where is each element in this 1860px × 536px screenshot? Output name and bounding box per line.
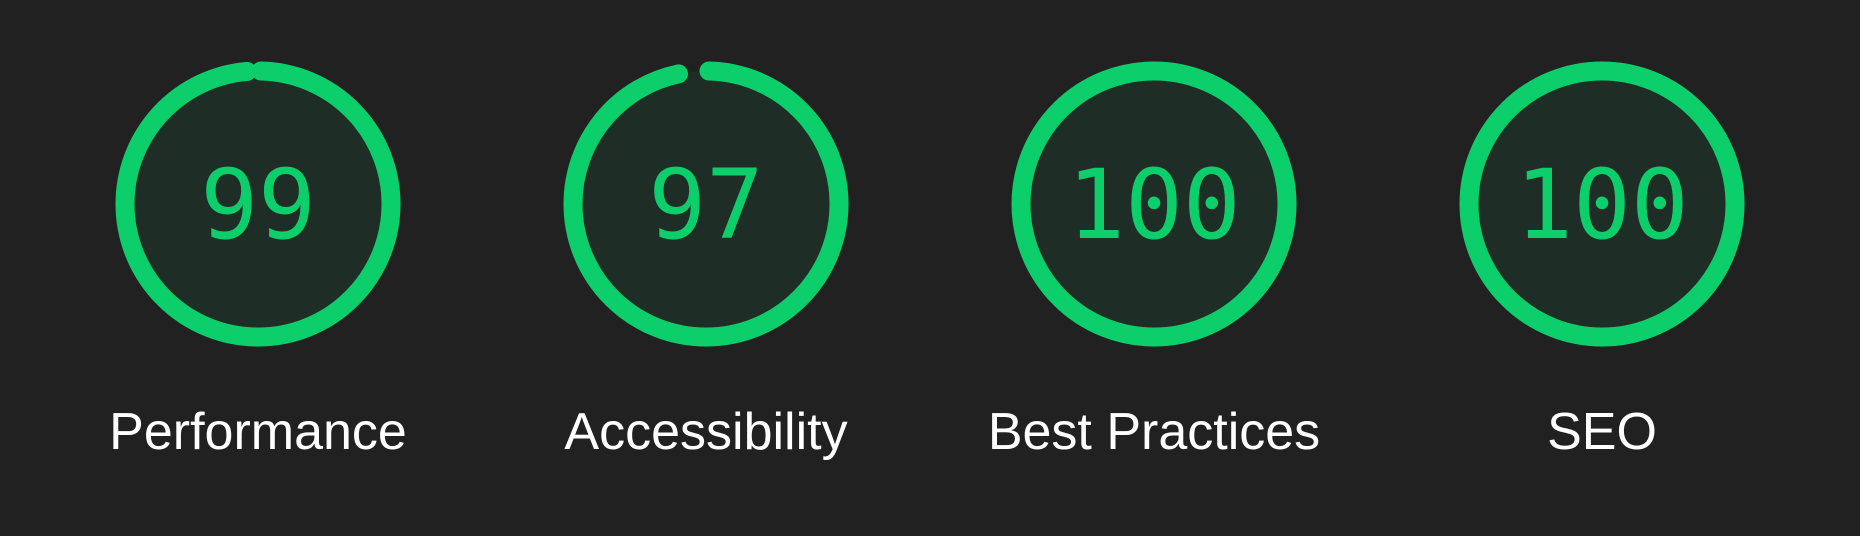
gauge-ring-icon: 100 xyxy=(1459,61,1745,347)
score-gauges: 99 Performance 97 Accessibility 100 Best… xyxy=(0,0,1860,536)
gauge-label: SEO xyxy=(1547,403,1657,461)
gauge-performance[interactable]: 99 Performance xyxy=(58,0,458,536)
gauge-seo[interactable]: 100 SEO xyxy=(1402,0,1802,536)
gauge-ring-icon: 97 xyxy=(563,61,849,347)
gauge-score: 97 xyxy=(648,149,764,261)
gauge-score: 100 xyxy=(1067,149,1240,261)
gauge-score: 100 xyxy=(1515,149,1688,261)
gauge-label: Accessibility xyxy=(564,403,848,461)
gauge-label: Performance xyxy=(109,403,407,461)
gauge-score: 99 xyxy=(200,149,316,261)
gauge-accessibility[interactable]: 97 Accessibility xyxy=(506,0,906,536)
gauge-label: Best Practices xyxy=(987,403,1321,461)
gauge-best-practices[interactable]: 100 Best Practices xyxy=(954,0,1354,536)
gauge-ring-icon: 100 xyxy=(1011,61,1297,347)
gauge-ring-icon: 99 xyxy=(115,61,401,347)
